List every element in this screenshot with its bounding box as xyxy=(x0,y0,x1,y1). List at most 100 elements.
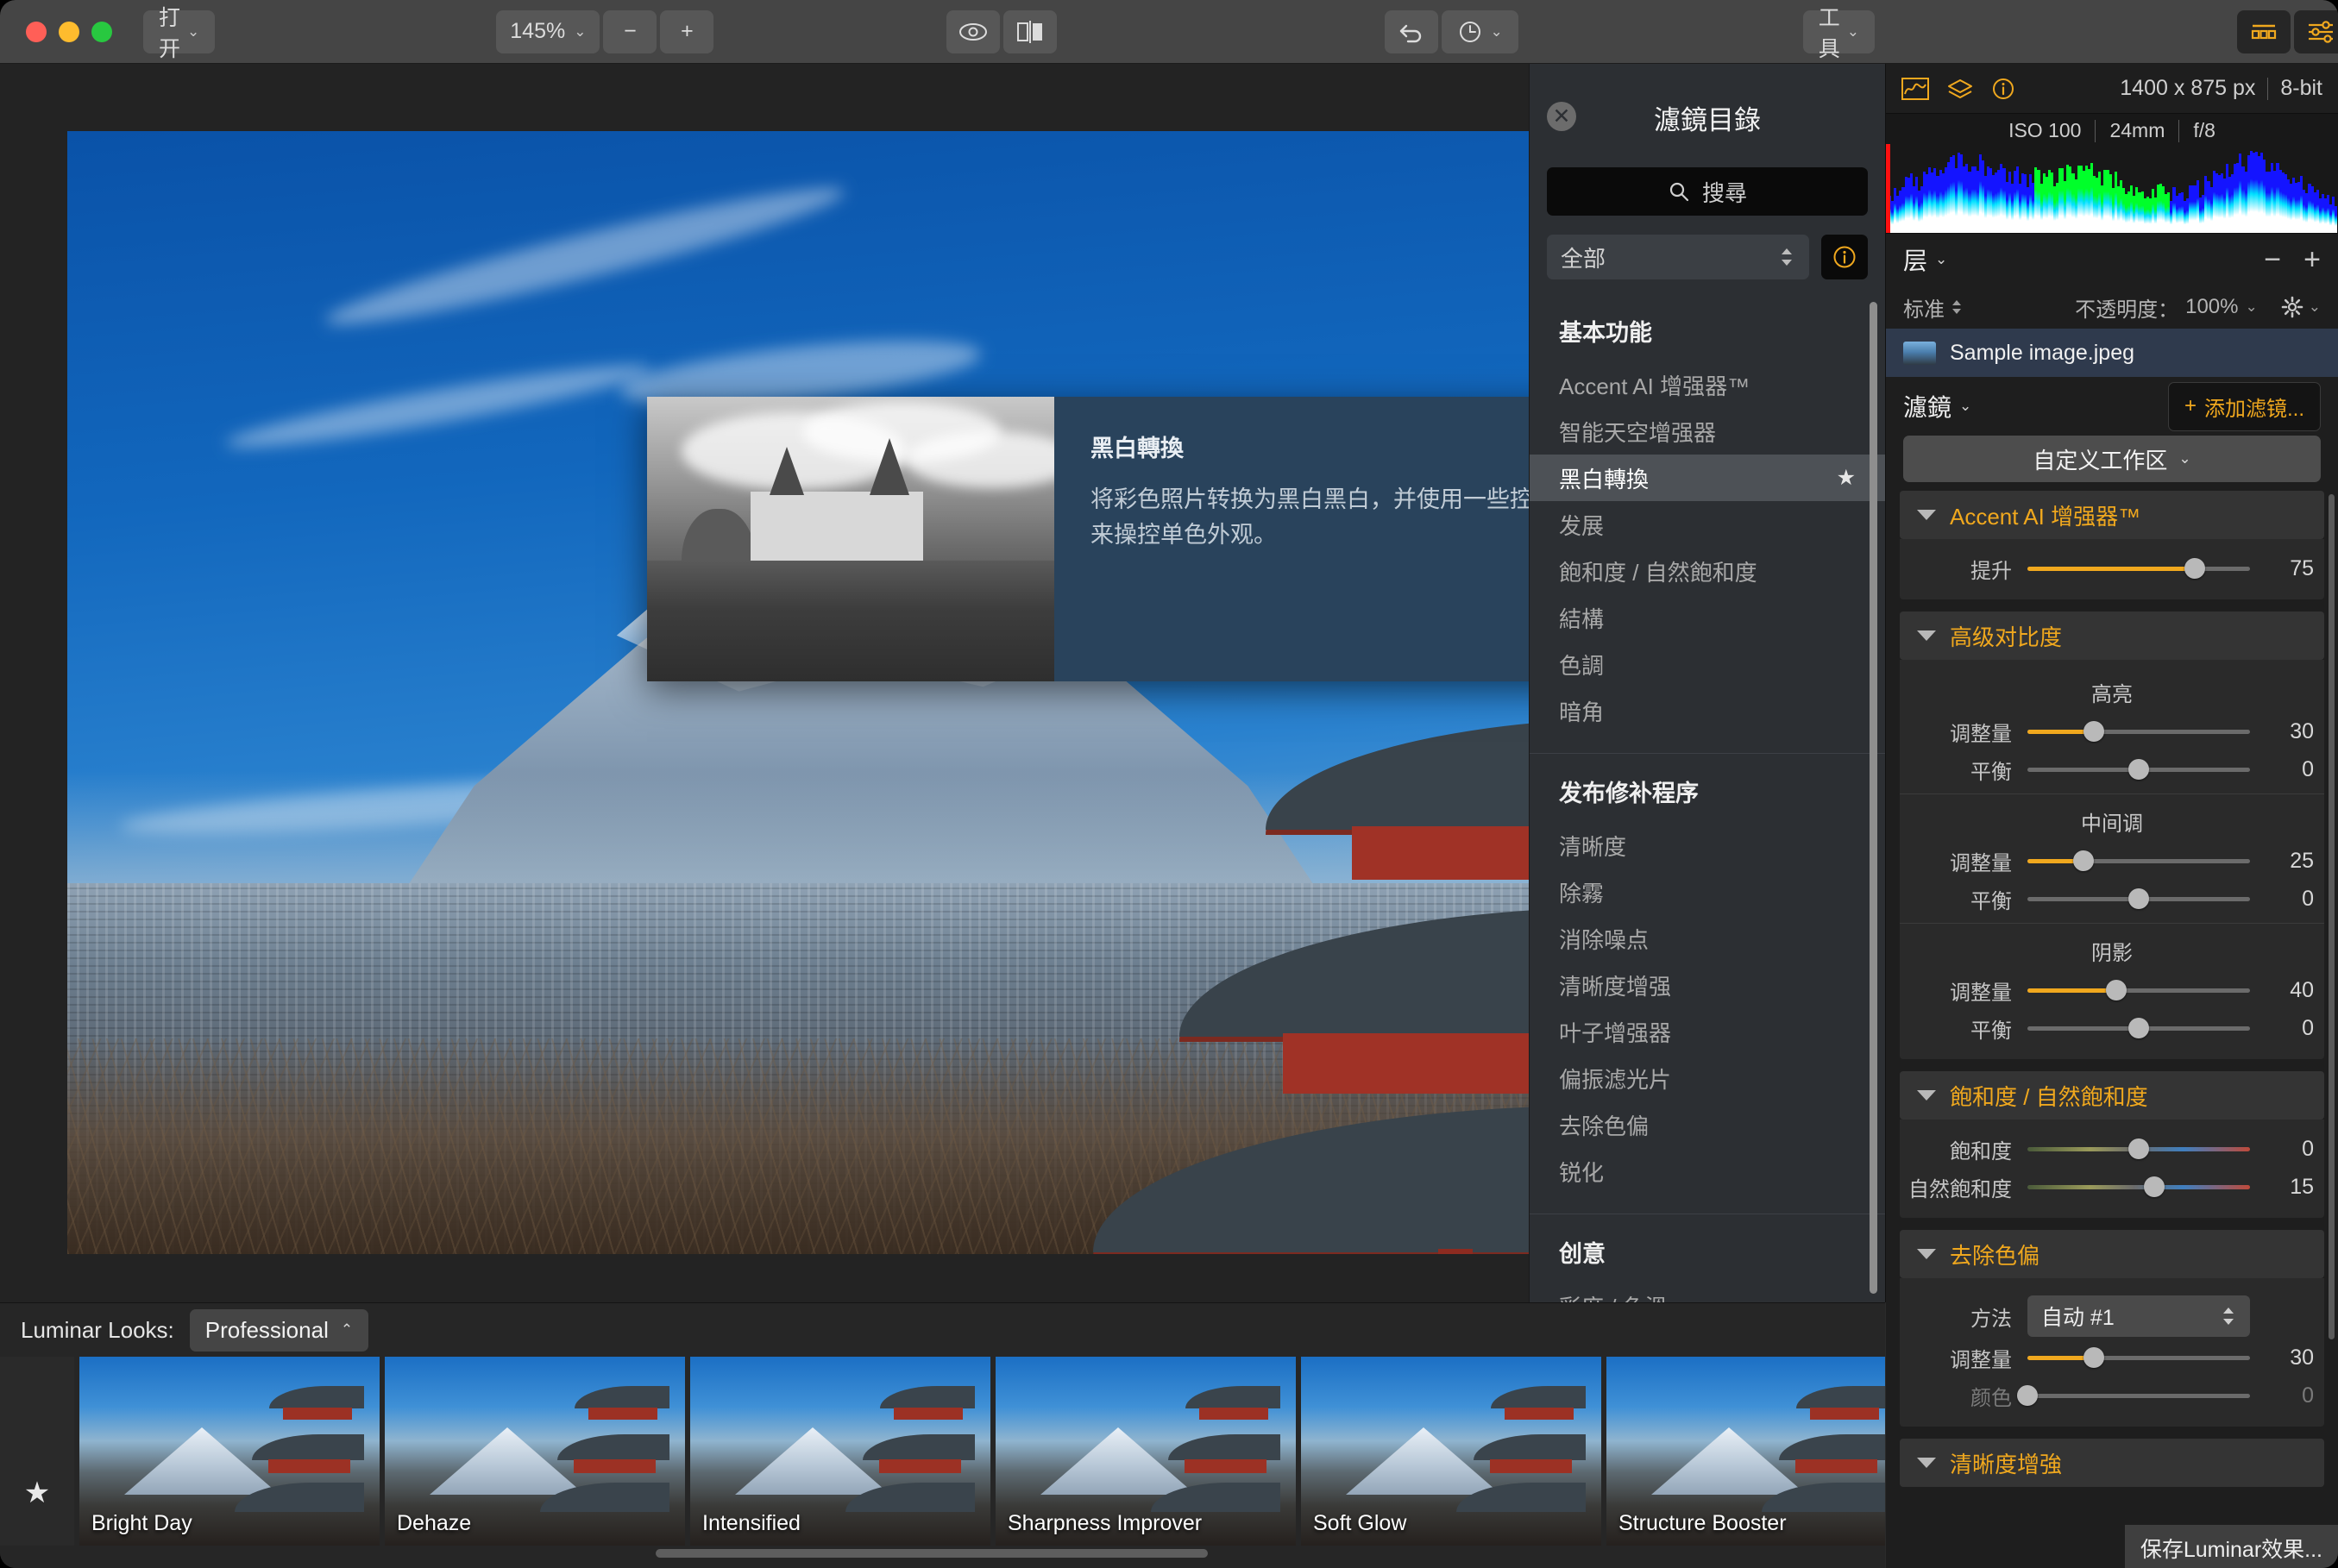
catalog-scrollbar[interactable] xyxy=(1870,302,1877,1294)
zoom-out-button[interactable]: − xyxy=(603,10,657,53)
slider-knob[interactable] xyxy=(2128,1138,2149,1159)
filter-list-item[interactable]: Accent AI 增强器™ xyxy=(1530,361,1885,408)
look-thumbnail[interactable]: Bright Day xyxy=(79,1357,380,1548)
edit-panel-toggle[interactable] xyxy=(2294,10,2338,53)
history-button[interactable]: ⌄ xyxy=(1442,10,1518,53)
opacity-control[interactable]: 不透明度： 100% ⌄ xyxy=(2075,292,2258,323)
looks-category-select[interactable]: Professional ⌃ xyxy=(190,1309,368,1352)
add-layer-button[interactable]: + xyxy=(2303,243,2321,277)
slider-row[interactable]: 调整量 30 xyxy=(1900,1339,2324,1377)
category-select[interactable]: 全部 xyxy=(1547,235,1809,279)
slider-knob[interactable] xyxy=(2017,1385,2038,1406)
triangle-collapse-icon[interactable] xyxy=(1917,1090,1936,1101)
blend-mode-select[interactable]: 标准 xyxy=(1903,292,1945,323)
filter-list-item[interactable]: 智能天空增强器 xyxy=(1530,408,1885,455)
filter-list-item[interactable]: 彩度 / 色溫 xyxy=(1530,1283,1885,1302)
looks-strip[interactable]: ★ Bright Day Dehaze Intensified Sharpness Im… xyxy=(0,1357,1885,1548)
undo-button[interactable] xyxy=(1385,10,1438,53)
slider-row[interactable]: 提升 75 xyxy=(1900,549,2324,587)
histogram[interactable]: ISO 100 24mm f/8 xyxy=(1886,114,2338,233)
method-select[interactable]: 自动 #1 xyxy=(2027,1295,2250,1337)
filter-section-header[interactable]: 去除色偏 xyxy=(1900,1230,2324,1278)
slider-knob[interactable] xyxy=(2128,759,2149,780)
layers-icon[interactable] xyxy=(1946,78,1974,100)
preview-toggle-button[interactable] xyxy=(946,10,1000,53)
info-icon[interactable] xyxy=(1991,77,2015,101)
favorites-look-button[interactable]: ★ xyxy=(0,1357,74,1548)
open-button[interactable]: 打开 ⌄ xyxy=(143,10,215,53)
slider-track[interactable] xyxy=(2027,1185,2250,1189)
histogram-icon[interactable] xyxy=(1901,78,1929,100)
filter-list-item[interactable]: 叶子增强器 xyxy=(1530,1008,1885,1055)
filter-section-header[interactable]: 飽和度 / 自然飽和度 xyxy=(1900,1071,2324,1120)
filter-list-item[interactable]: 色調 xyxy=(1530,641,1885,687)
filter-list-item[interactable]: 黑白轉換 ★ xyxy=(1530,455,1885,501)
slider-knob[interactable] xyxy=(2083,721,2104,742)
filter-list[interactable]: 基本功能 Accent AI 增强器™ 智能天空增强器 黑白轉換 ★ 发展 飽和度 / 自然… xyxy=(1530,295,1885,1302)
triangle-collapse-icon[interactable] xyxy=(1917,510,1936,520)
looks-panel-toggle[interactable] xyxy=(2237,10,2291,53)
slider-row[interactable]: 自然飽和度 15 xyxy=(1900,1168,2324,1206)
add-filter-button[interactable]: + 添加滤镜... xyxy=(2168,382,2321,431)
close-window-button[interactable] xyxy=(26,22,47,42)
filter-list-item[interactable]: 消除噪点 xyxy=(1530,915,1885,962)
look-thumbnail[interactable]: Dehaze xyxy=(385,1357,685,1548)
slider-row[interactable]: 调整量 30 xyxy=(1900,712,2324,750)
slider-knob[interactable] xyxy=(2144,1176,2165,1197)
zoom-in-button[interactable]: + xyxy=(660,10,713,53)
slider-track[interactable] xyxy=(2027,988,2250,993)
slider-row[interactable]: 平衡 0 xyxy=(1900,750,2324,788)
slider-knob[interactable] xyxy=(2128,888,2149,909)
filter-section-header[interactable]: 清晰度增強 xyxy=(1900,1439,2324,1487)
layer-item[interactable]: Sample image.jpeg xyxy=(1886,329,2338,377)
looks-scrollbar[interactable] xyxy=(656,1549,1208,1558)
save-luminar-look-button[interactable]: 保存Luminar效果... xyxy=(2125,1525,2338,1568)
filter-list-item[interactable]: 锐化 xyxy=(1530,1148,1885,1195)
filter-section-header[interactable]: 高级对比度 xyxy=(1900,612,2324,660)
filter-list-item[interactable]: 暗角 xyxy=(1530,687,1885,734)
filters-scrollbar[interactable] xyxy=(2329,494,2335,1339)
slider-track[interactable] xyxy=(2027,1394,2250,1398)
slider-knob[interactable] xyxy=(2184,558,2205,579)
filter-list-item[interactable]: 去除色偏 xyxy=(1530,1101,1885,1148)
filter-list-item[interactable]: 結構 xyxy=(1530,594,1885,641)
triangle-collapse-icon[interactable] xyxy=(1917,1458,1936,1468)
tools-button[interactable]: 工具 ⌄ xyxy=(1803,10,1875,53)
look-thumbnail[interactable]: Soft Glow xyxy=(1301,1357,1601,1548)
slider-knob[interactable] xyxy=(2073,850,2094,871)
filter-list-item[interactable]: 清晰度 xyxy=(1530,822,1885,869)
triangle-collapse-icon[interactable] xyxy=(1917,630,1936,641)
layers-title-group[interactable]: 层 ⌄ xyxy=(1903,242,1947,277)
slider-track[interactable] xyxy=(2027,1356,2250,1360)
slider-knob[interactable] xyxy=(2083,1347,2104,1368)
filter-list-item[interactable]: 飽和度 / 自然飽和度 xyxy=(1530,548,1885,594)
filters-title-group[interactable]: 濾鏡 ⌄ xyxy=(1903,389,1971,423)
triangle-collapse-icon[interactable] xyxy=(1917,1249,1936,1259)
window-controls[interactable] xyxy=(26,22,112,42)
slider-track[interactable] xyxy=(2027,730,2250,734)
compare-split-button[interactable] xyxy=(1003,10,1057,53)
minimize-window-button[interactable] xyxy=(59,22,79,42)
look-thumbnail[interactable]: Sharpness Improver xyxy=(996,1357,1296,1548)
slider-row[interactable]: 平衡 0 xyxy=(1900,1009,2324,1047)
slider-track[interactable] xyxy=(2027,768,2250,772)
remove-layer-button[interactable]: − xyxy=(2264,243,2281,277)
gear-icon[interactable]: ⌄ xyxy=(2280,295,2321,319)
workspace-select[interactable]: 自定义工作区 ⌄ xyxy=(1903,436,2321,482)
filter-list-item[interactable]: 发展 xyxy=(1530,501,1885,548)
slider-knob[interactable] xyxy=(2106,980,2127,1000)
slider-row[interactable]: 颜色 0 xyxy=(1900,1377,2324,1414)
star-icon[interactable]: ★ xyxy=(1837,465,1856,491)
slider-track[interactable] xyxy=(2027,1147,2250,1151)
info-icon[interactable] xyxy=(1821,235,1868,279)
slider-row[interactable]: 调整量 40 xyxy=(1900,971,2324,1009)
slider-track[interactable] xyxy=(2027,859,2250,863)
slider-track[interactable] xyxy=(2027,567,2250,571)
slider-knob[interactable] xyxy=(2128,1018,2149,1038)
filter-list-item[interactable]: 除霧 xyxy=(1530,869,1885,915)
maximize-window-button[interactable] xyxy=(91,22,112,42)
slider-row[interactable]: 调整量 25 xyxy=(1900,842,2324,880)
look-thumbnail[interactable]: Structure Booster xyxy=(1606,1357,1885,1548)
slider-track[interactable] xyxy=(2027,897,2250,901)
slider-track[interactable] xyxy=(2027,1026,2250,1031)
